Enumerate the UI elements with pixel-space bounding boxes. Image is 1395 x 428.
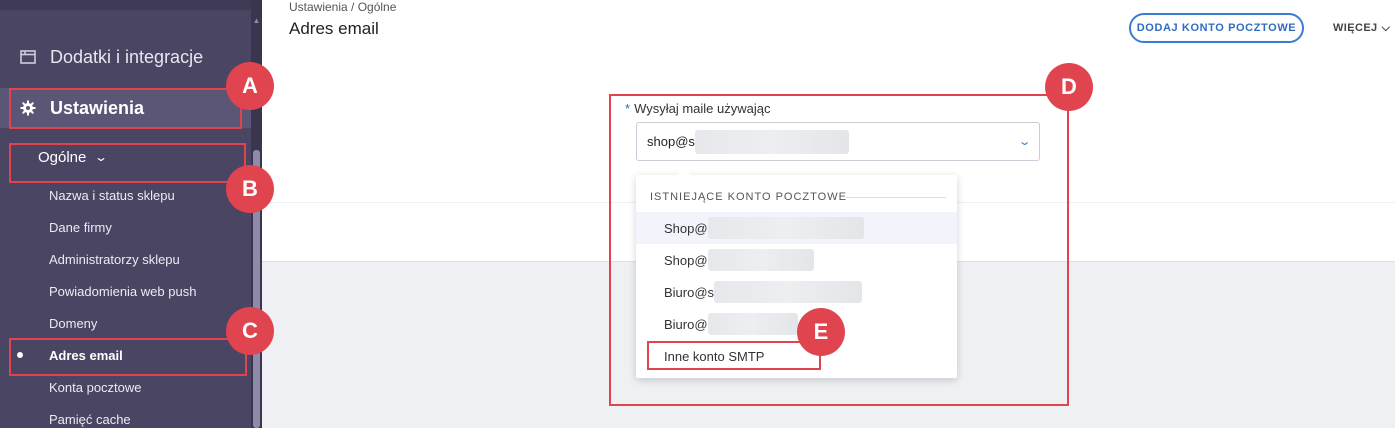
page-header: Ustawienia / Ogólne Adres email DODAJ KO… — [262, 0, 1395, 70]
highlight-box-b — [9, 143, 246, 183]
annotation-badge-d: D — [1045, 63, 1093, 111]
sidebar-item-label: Dodatki i integracje — [50, 46, 204, 67]
sidebar-subitem-nazwa[interactable]: Nazwa i status sklepu — [49, 187, 175, 205]
page-title: Adres email — [289, 19, 379, 38]
highlight-box-a — [9, 88, 242, 129]
annotation-badge-e: E — [797, 308, 845, 356]
sidebar-subitem-pamiec-cache[interactable]: Pamięć cache — [49, 411, 131, 428]
sidebar-subitem-konta-pocztowe[interactable]: Konta pocztowe — [49, 379, 142, 397]
more-label: WIĘCEJ — [1333, 22, 1378, 34]
sidebar-top-strip — [0, 0, 262, 10]
add-mail-account-button[interactable]: DODAJ KONTO POCZTOWE — [1129, 13, 1304, 43]
sidebar-item-dodatki[interactable]: Dodatki i integracje — [0, 38, 251, 76]
highlight-box-e — [647, 341, 821, 370]
annotation-badge-c: C — [226, 307, 274, 355]
sidebar-subitem-domeny[interactable]: Domeny — [49, 315, 97, 333]
window-icon — [20, 50, 36, 64]
more-menu[interactable]: WIĘCEJ ⌵ — [1333, 22, 1390, 35]
chevron-down-icon: ⌵ — [1381, 22, 1391, 34]
sidebar-subitem-administratorzy[interactable]: Administratorzy sklepu — [49, 251, 180, 269]
annotation-badge-b: B — [226, 165, 274, 213]
sidebar-subitem-dane-firmy[interactable]: Dane firmy — [49, 219, 112, 237]
annotation-badge-a: A — [226, 62, 274, 110]
scroll-up-icon[interactable]: ▲ — [251, 14, 262, 28]
sidebar-subitem-powiadomienia[interactable]: Powiadomienia web push — [49, 283, 196, 301]
breadcrumb[interactable]: Ustawienia / Ogólne — [289, 0, 396, 14]
highlight-box-c — [9, 338, 247, 376]
